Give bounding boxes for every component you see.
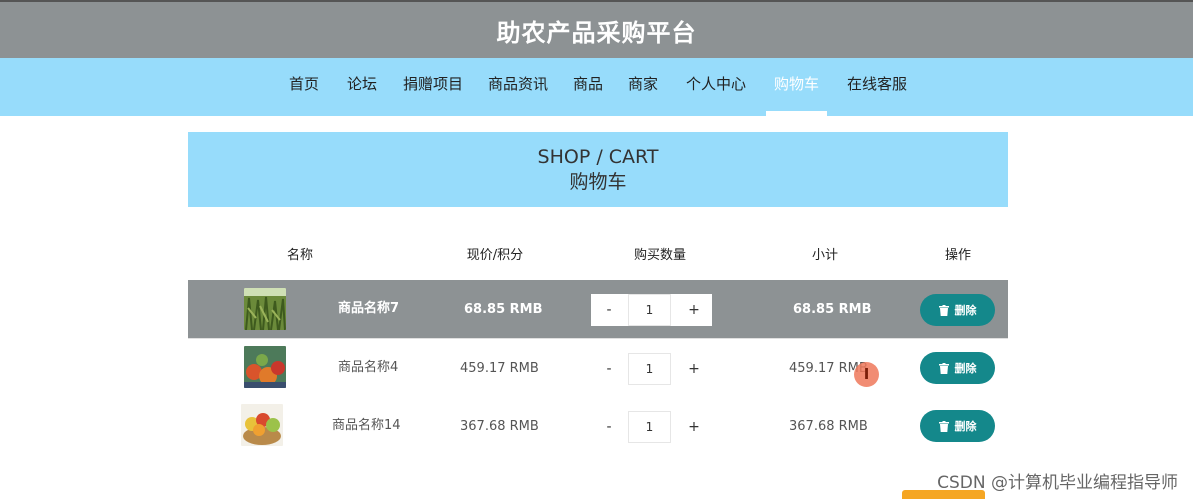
col-header-price: 现价/积分 (466, 248, 524, 263)
nav-item-home[interactable]: 首页 (289, 58, 319, 116)
decrease-qty-button[interactable]: - (591, 353, 627, 385)
trash-icon (938, 362, 949, 374)
nav-item-profile[interactable]: 个人中心 (686, 58, 746, 116)
banner-title-cn: 购物车 (569, 171, 627, 193)
decrease-qty-button[interactable]: - (591, 294, 627, 326)
quantity-input[interactable]: 1 (628, 411, 671, 443)
row-subtotal: 68.85 RMB (793, 302, 872, 317)
nav-item-support[interactable]: 在线客服 (847, 58, 907, 116)
nav-item-forum[interactable]: 论坛 (347, 58, 377, 116)
product-name[interactable]: 商品名称4 (338, 356, 398, 375)
product-price: 367.68 RMB (460, 419, 539, 434)
table-row[interactable]: 商品名称4 459.17 RMB - 1 + 459.17 RMB 删除 (188, 339, 1008, 397)
site-title: 助农产品采购平台 (496, 18, 697, 47)
nav-item-products[interactable]: 商品 (573, 58, 603, 116)
delete-label: 删除 (954, 362, 977, 375)
quantity-stepper: - 1 + (591, 353, 712, 385)
main-nav: 首页 论坛 捐赠项目 商品资讯 商品 商家 个人中心 购物车 在线客服 (0, 58, 1193, 116)
banner-title-en: SHOP / CART (537, 146, 659, 168)
increase-qty-button[interactable]: + (676, 411, 712, 443)
increase-qty-button[interactable]: + (676, 294, 712, 326)
nav-item-cart[interactable]: 购物车 (774, 58, 819, 116)
col-header-action: 操作 (944, 248, 972, 263)
vegetables-photo (244, 346, 286, 388)
quantity-stepper: - 1 + (591, 411, 712, 443)
trash-icon (938, 420, 949, 432)
delete-button[interactable]: 删除 (920, 294, 995, 326)
site-header: 助农产品采购平台 (0, 0, 1193, 58)
nav-active-indicator (766, 111, 827, 116)
delete-button[interactable]: 删除 (920, 410, 995, 442)
text-cursor-icon: I (854, 362, 879, 387)
quantity-input[interactable]: 1 (628, 294, 671, 326)
nav-item-news[interactable]: 商品资讯 (488, 58, 548, 116)
increase-qty-button[interactable]: + (676, 353, 712, 385)
checkout-button-edge[interactable] (902, 490, 985, 499)
decrease-qty-button[interactable]: - (591, 411, 627, 443)
delete-label: 删除 (954, 420, 977, 433)
quantity-stepper: - 1 + (591, 294, 712, 326)
col-header-name: 名称 (286, 248, 314, 263)
nav-item-merchants[interactable]: 商家 (628, 58, 658, 116)
table-row[interactable]: 商品名称14 367.68 RMB - 1 + 367.68 RMB 删除 (188, 397, 1008, 455)
row-subtotal: 367.68 RMB (789, 419, 868, 434)
delete-button[interactable]: 删除 (920, 352, 995, 384)
green-crop-photo (244, 288, 286, 330)
quantity-input[interactable]: 1 (628, 353, 671, 385)
product-price: 68.85 RMB (464, 302, 543, 317)
fruit-basket-photo (241, 404, 283, 446)
cart-banner: SHOP / CART 购物车 (188, 132, 1008, 207)
product-name[interactable]: 商品名称7 (338, 297, 399, 316)
col-header-subtotal: 小计 (811, 248, 839, 263)
product-name[interactable]: 商品名称14 (332, 414, 401, 433)
product-price: 459.17 RMB (460, 361, 539, 376)
nav-item-donation[interactable]: 捐赠项目 (403, 58, 463, 116)
delete-label: 删除 (954, 304, 977, 317)
table-row[interactable]: 商品名称7 68.85 RMB - 1 + 68.85 RMB 删除 (188, 280, 1008, 338)
trash-icon (938, 304, 949, 316)
col-header-qty: 购买数量 (633, 248, 687, 263)
